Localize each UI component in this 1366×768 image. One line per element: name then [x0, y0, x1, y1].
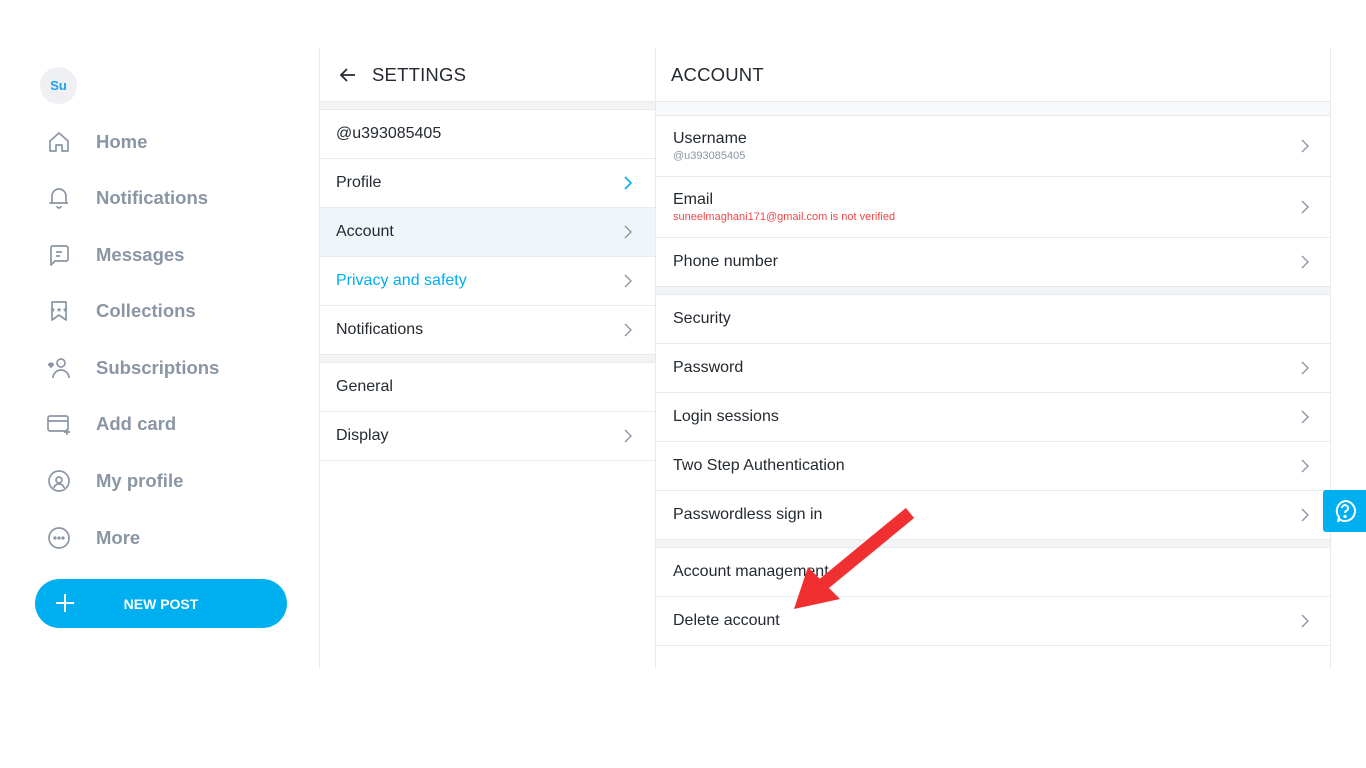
row-label: Login sessions [673, 408, 779, 425]
nav-item-more[interactable]: More [44, 518, 140, 558]
chevron-right-icon [1301, 508, 1309, 522]
email-status: suneelmaghani171@gmail.com is not verifi… [673, 211, 896, 223]
row-label: Delete account [673, 612, 780, 629]
nav-label: Home [96, 131, 148, 152]
divider [656, 540, 1330, 548]
card-icon [44, 409, 74, 439]
row-label: Username [673, 130, 747, 147]
chevron-right-icon [1301, 410, 1309, 424]
settings-header: SETTINGS [320, 48, 655, 102]
account-item-username[interactable]: Username @u393085405 [656, 116, 1330, 177]
nav-item-add-card[interactable]: Add card [44, 404, 176, 444]
settings-item-label: Display [336, 427, 389, 444]
new-post-label: NEW POST [123, 595, 199, 612]
nav-item-my-profile[interactable]: My profile [44, 461, 183, 501]
settings-item-label: Profile [336, 174, 382, 191]
settings-item-label: Notifications [336, 321, 424, 338]
nav-label: Subscriptions [96, 357, 220, 378]
settings-item-display[interactable]: Display [320, 412, 655, 461]
row-label: Two Step Authentication [673, 457, 845, 474]
new-post-button[interactable]: NEW POST [35, 579, 287, 628]
home-icon [44, 127, 74, 157]
account-item-passwordless[interactable]: Passwordless sign in [656, 491, 1330, 540]
svg-text:★★★: ★★★ [50, 306, 69, 314]
settings-column: SETTINGS @u393085405 Profile Account Pri… [319, 48, 656, 668]
help-icon [1335, 499, 1356, 523]
divider [656, 287, 1330, 295]
subscriptions-icon [44, 353, 74, 383]
settings-item-account[interactable]: Account [320, 208, 655, 257]
account-section-security: Security [656, 295, 1330, 344]
bell-icon [44, 183, 74, 213]
chevron-right-icon [624, 176, 633, 190]
chevron-right-icon [624, 429, 632, 443]
message-icon [44, 240, 74, 270]
profile-icon [44, 466, 74, 496]
chevron-right-icon [1301, 361, 1309, 375]
avatar[interactable]: Su [40, 67, 77, 104]
account-title: ACCOUNT [671, 63, 764, 85]
handle-text: @u393085405 [336, 125, 442, 142]
username-value: @u393085405 [673, 150, 746, 162]
account-column: ACCOUNT Username @u393085405 Email sunee… [656, 48, 1331, 668]
nav-label: Messages [96, 244, 185, 265]
back-arrow-icon[interactable] [336, 63, 360, 87]
help-button[interactable] [1323, 490, 1366, 532]
nav-label: Notifications [96, 187, 209, 208]
nav-item-collections[interactable]: ★★★ Collections [44, 291, 196, 331]
section-title: General [336, 378, 393, 395]
chevron-right-icon [1301, 614, 1309, 628]
section-title: Account management [673, 563, 829, 580]
chevron-right-icon [624, 323, 632, 337]
divider [656, 102, 1330, 116]
settings-item-profile[interactable]: Profile [320, 159, 655, 208]
account-item-login-sessions[interactable]: Login sessions [656, 393, 1330, 442]
chevron-right-icon [624, 225, 632, 239]
nav-label: Collections [96, 300, 196, 321]
bookmark-icon: ★★★ [44, 296, 74, 326]
chevron-right-icon [1301, 139, 1309, 153]
section-title: Security [673, 310, 731, 327]
settings-handle: @u393085405 [320, 110, 655, 159]
account-item-two-step[interactable]: Two Step Authentication [656, 442, 1330, 491]
nav-label: More [96, 527, 141, 548]
row-label: Phone number [673, 253, 778, 270]
left-navigation: Su Home Notifications Messages ★★★ Colle… [0, 48, 319, 668]
row-label: Passwordless sign in [673, 506, 823, 523]
row-label: Password [673, 359, 744, 376]
chevron-right-icon [1301, 459, 1309, 473]
account-item-password[interactable]: Password [656, 344, 1330, 393]
page-title: SETTINGS [372, 63, 467, 85]
nav-item-home[interactable]: Home [44, 122, 147, 162]
settings-section-general: General [320, 363, 655, 412]
chevron-right-icon [1301, 200, 1309, 214]
chevron-right-icon [624, 274, 632, 288]
divider [320, 102, 655, 110]
row-label: Email [673, 191, 714, 208]
nav-item-messages[interactable]: Messages [44, 235, 184, 275]
nav-label: Add card [96, 413, 177, 434]
more-icon [44, 523, 74, 553]
account-item-email[interactable]: Email suneelmaghani171@gmail.com is not … [656, 177, 1330, 238]
nav-label: My profile [96, 470, 184, 491]
account-section-management: Account management [656, 548, 1330, 597]
nav-item-subscriptions[interactable]: Subscriptions [44, 348, 219, 388]
chevron-right-icon [1301, 255, 1309, 269]
settings-item-notifications[interactable]: Notifications [320, 306, 655, 355]
nav-item-notifications[interactable]: Notifications [44, 178, 208, 218]
settings-item-privacy[interactable]: Privacy and safety [320, 257, 655, 306]
settings-item-label: Account [336, 223, 394, 240]
account-header: ACCOUNT [656, 48, 1330, 102]
settings-item-label: Privacy and safety [336, 272, 467, 289]
account-item-phone[interactable]: Phone number [656, 238, 1330, 287]
account-item-delete[interactable]: Delete account [656, 597, 1330, 646]
divider [320, 355, 655, 363]
avatar-initials: Su [50, 78, 67, 93]
